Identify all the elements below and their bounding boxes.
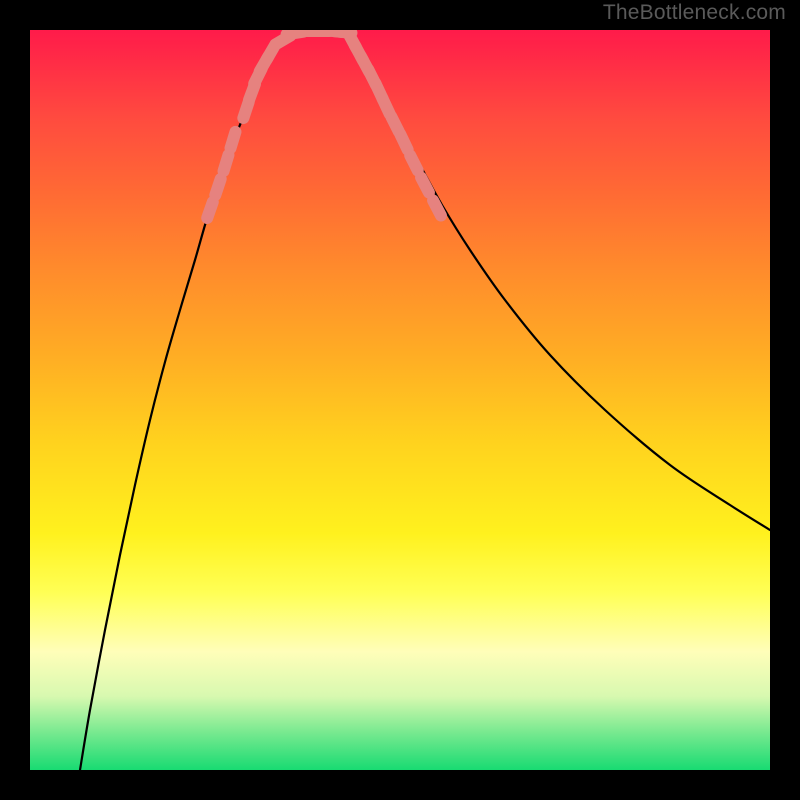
- data-marker: [400, 134, 407, 149]
- data-marker: [231, 132, 236, 148]
- watermark-text: TheBottleneck.com: [603, 1, 786, 25]
- chart-frame: TheBottleneck.com: [0, 0, 800, 800]
- bottleneck-curve: [80, 30, 770, 770]
- plot-area: [30, 30, 770, 770]
- data-marker: [224, 155, 229, 171]
- chart-svg: [30, 30, 770, 770]
- data-marker: [433, 200, 441, 215]
- data-marker: [215, 179, 220, 195]
- data-marker: [410, 155, 418, 170]
- data-marker: [421, 177, 429, 192]
- data-marker: [207, 202, 213, 218]
